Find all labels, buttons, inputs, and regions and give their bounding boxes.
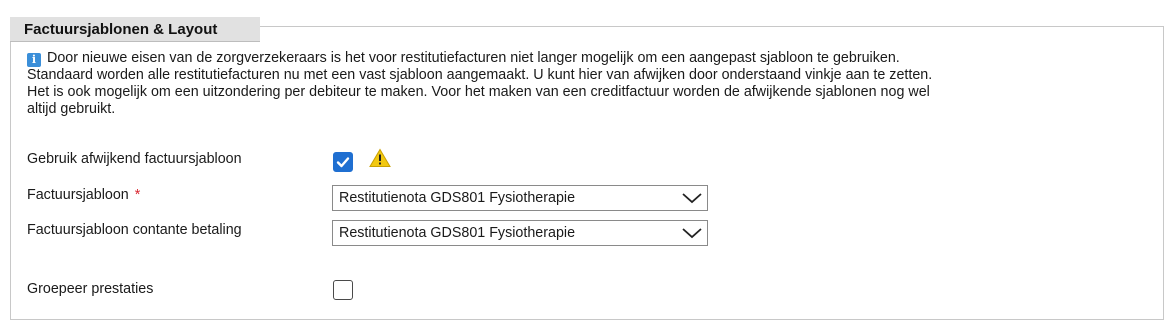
checkmark-icon: [336, 157, 350, 168]
info-line-2: Standaard worden alle restitutiefacturen…: [27, 67, 933, 83]
cash-template-select[interactable]: Restitutienota GDS801 Fysiotherapie: [332, 220, 708, 246]
info-line-1: Door nieuwe eisen van de zorgverzekeraar…: [47, 50, 900, 66]
info-message: i Door nieuwe eisen van de zorgverzekeraa…: [27, 50, 1067, 118]
info-icon: i: [27, 53, 41, 67]
panel-top-border: [260, 26, 1164, 27]
section-title: Factuursjablonen & Layout: [10, 17, 260, 42]
invoice-template-label-text: Factuursjabloon: [27, 187, 129, 203]
group-services-label: Groepeer prestaties: [27, 281, 154, 297]
info-line-3: Het is ook mogelijk om een uitzondering …: [27, 84, 930, 100]
info-line-4: altijd gebruikt.: [27, 101, 116, 117]
group-services-checkbox[interactable]: [333, 280, 353, 300]
invoice-template-value: Restitutienota GDS801 Fysiotherapie: [339, 190, 576, 206]
custom-template-checkbox[interactable]: [333, 152, 353, 172]
required-marker: *: [134, 187, 141, 203]
cash-template-value: Restitutienota GDS801 Fysiotherapie: [339, 225, 576, 241]
chevron-down-icon: [682, 193, 702, 204]
chevron-down-icon: [682, 228, 702, 239]
warning-icon: [369, 148, 391, 167]
invoice-template-select[interactable]: Restitutienota GDS801 Fysiotherapie: [332, 185, 708, 211]
cash-template-label: Factuursjabloon contante betaling: [27, 222, 242, 238]
custom-template-label: Gebruik afwijkend factuursjabloon: [27, 151, 242, 167]
invoice-template-label: Factuursjabloon *: [27, 187, 140, 203]
